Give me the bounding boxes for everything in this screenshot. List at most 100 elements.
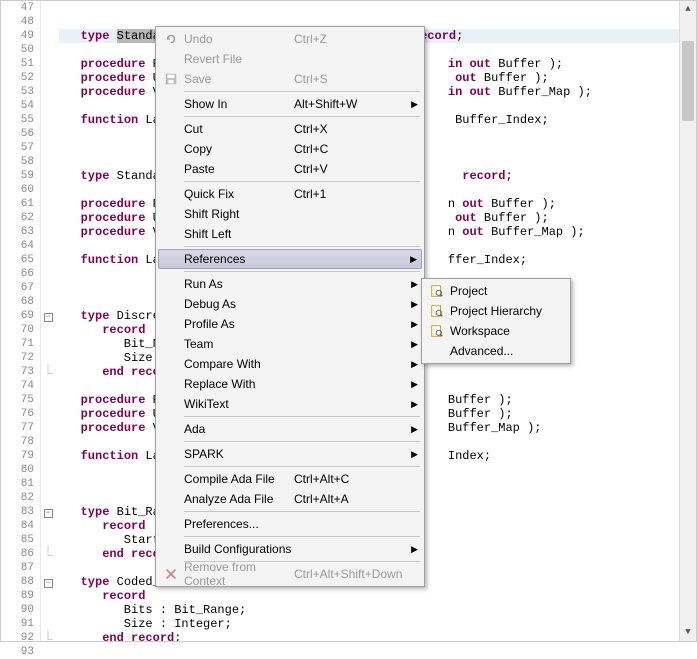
menu-separator — [184, 246, 420, 247]
blank-icon — [162, 356, 180, 372]
menu-item-accelerator: Ctrl+Alt+Shift+Down — [294, 567, 404, 581]
submenu-item-label: Project Hierarchy — [450, 304, 550, 318]
code-line[interactable]: end record; — [59, 631, 696, 641]
menu-item-label: Team — [184, 337, 294, 351]
blank-icon — [162, 396, 180, 412]
menu-item-revert-file: Revert File — [158, 49, 422, 69]
menu-separator — [184, 466, 420, 467]
menu-separator — [184, 511, 420, 512]
fold-expand-icon[interactable]: − — [44, 579, 53, 588]
fold-gutter[interactable]: −⎿−⎿−⎿ — [41, 1, 55, 641]
line-number: 65 — [1, 253, 34, 267]
menu-item-ada[interactable]: Ada▶ — [158, 419, 422, 439]
blank-icon — [162, 446, 180, 462]
submenu-item-workspace[interactable]: Workspace — [424, 321, 568, 341]
code-line[interactable]: record — [59, 589, 696, 603]
menu-item-debug-as[interactable]: Debug As▶ — [158, 294, 422, 314]
remove-icon — [162, 566, 180, 582]
menu-item-build-configurations[interactable]: Build Configurations▶ — [158, 539, 422, 559]
submenu-item-advanced-[interactable]: Advanced... — [424, 341, 568, 361]
context-menu[interactable]: UndoCtrl+ZRevert FileSaveCtrl+SShow InAl… — [155, 26, 425, 587]
blank-icon — [162, 206, 180, 222]
menu-item-team[interactable]: Team ▶ — [158, 334, 422, 354]
submenu-item-project[interactable]: Project — [424, 281, 568, 301]
submenu-arrow-icon: ▶ — [411, 279, 418, 290]
submenu-arrow-icon: ▶ — [411, 339, 418, 350]
line-number: 66 — [1, 267, 34, 281]
line-number: 62 — [1, 211, 34, 225]
submenu-arrow-icon: ▶ — [411, 359, 418, 370]
menu-item-label: Preferences... — [184, 517, 294, 531]
menu-item-show-in[interactable]: Show InAlt+Shift+W▶ — [158, 94, 422, 114]
line-number: 77 — [1, 421, 34, 435]
menu-item-quick-fix[interactable]: Quick FixCtrl+1 — [158, 184, 422, 204]
menu-item-accelerator: Ctrl+V — [294, 162, 404, 176]
submenu-item-label: Advanced... — [450, 344, 550, 358]
search-icon — [428, 323, 446, 339]
line-number: 74 — [1, 379, 34, 393]
scroll-up-arrow[interactable]: ▲ — [680, 1, 696, 18]
menu-item-shift-left[interactable]: Shift Left — [158, 224, 422, 244]
blank-icon — [162, 491, 180, 507]
menu-item-compare-with[interactable]: Compare With▶ — [158, 354, 422, 374]
fold-expand-icon[interactable]: − — [44, 313, 53, 322]
line-number: 92 — [1, 631, 34, 645]
blank-icon — [162, 121, 180, 137]
line-number: 48 — [1, 15, 34, 29]
menu-item-label: Shift Left — [184, 227, 294, 241]
blank-icon — [162, 316, 180, 332]
line-number-gutter: 4748495051525354555657585960616263646566… — [1, 1, 41, 641]
menu-item-label: References — [184, 252, 294, 266]
line-number: 86 — [1, 547, 34, 561]
line-number: 85 — [1, 533, 34, 547]
blank-icon — [162, 336, 180, 352]
line-number: 61 — [1, 197, 34, 211]
fold-expand-icon[interactable]: − — [44, 509, 53, 518]
blank-icon — [162, 296, 180, 312]
menu-item-compile-ada-file[interactable]: Compile Ada FileCtrl+Alt+C — [158, 469, 422, 489]
blank-icon — [162, 51, 180, 67]
menu-item-references[interactable]: References▶ — [158, 249, 422, 269]
line-number: 91 — [1, 617, 34, 631]
blank-icon — [162, 541, 180, 557]
menu-item-spark[interactable]: SPARK▶ — [158, 444, 422, 464]
blank-icon — [162, 141, 180, 157]
line-number: 55 — [1, 113, 34, 127]
menu-item-cut[interactable]: CutCtrl+X — [158, 119, 422, 139]
search-icon — [428, 303, 446, 319]
menu-item-shift-right[interactable]: Shift Right — [158, 204, 422, 224]
scroll-down-arrow[interactable]: ▼ — [680, 624, 696, 641]
menu-item-replace-with[interactable]: Replace With▶ — [158, 374, 422, 394]
line-number: 75 — [1, 393, 34, 407]
menu-separator — [184, 416, 420, 417]
menu-item-label: Remove from Context — [184, 560, 294, 588]
submenu-item-project-hierarchy[interactable]: Project Hierarchy — [424, 301, 568, 321]
line-number: 49 — [1, 29, 34, 43]
menu-separator — [184, 116, 420, 117]
menu-item-preferences-[interactable]: Preferences... — [158, 514, 422, 534]
menu-item-profile-as[interactable]: Profile As▶ — [158, 314, 422, 334]
blank-icon — [428, 343, 446, 359]
line-number: 63 — [1, 225, 34, 239]
menu-item-analyze-ada-file[interactable]: Analyze Ada FileCtrl+Alt+A — [158, 489, 422, 509]
menu-item-save: SaveCtrl+S — [158, 69, 422, 89]
menu-item-copy[interactable]: CopyCtrl+C — [158, 139, 422, 159]
menu-item-label: Debug As — [184, 297, 294, 311]
submenu-arrow-icon: ▶ — [411, 399, 418, 410]
blank-icon — [162, 186, 180, 202]
line-number: 57 — [1, 141, 34, 155]
blank-icon — [162, 421, 180, 437]
scrollbar-thumb[interactable] — [682, 41, 694, 121]
line-number: 82 — [1, 491, 34, 505]
menu-item-run-as[interactable]: Run As▶ — [158, 274, 422, 294]
code-line[interactable]: Bits : Bit_Range; — [59, 603, 696, 617]
menu-item-paste[interactable]: PasteCtrl+V — [158, 159, 422, 179]
code-line[interactable] — [59, 1, 696, 15]
line-number: 79 — [1, 449, 34, 463]
references-submenu[interactable]: Project Project Hierarchy Workspace Advance… — [421, 278, 571, 364]
menu-item-wikitext[interactable]: WikiText▶ — [158, 394, 422, 414]
line-number: 54 — [1, 99, 34, 113]
vertical-scrollbar[interactable]: ▲ ▼ — [679, 1, 696, 641]
code-line[interactable]: Size : Integer; — [59, 617, 696, 631]
line-number: 67 — [1, 281, 34, 295]
